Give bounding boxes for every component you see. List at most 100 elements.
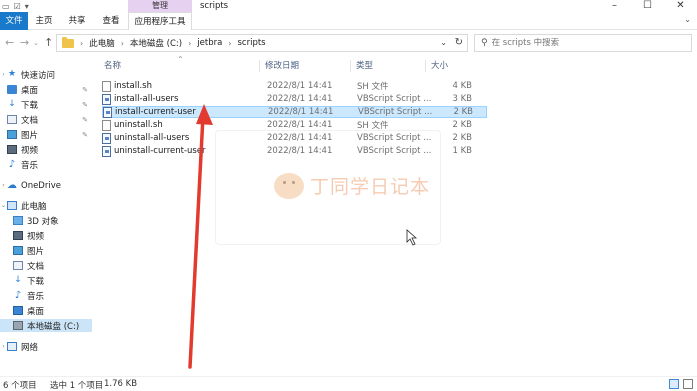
sidebar-item-downloads[interactable]: ↓ 下载 ✎ — [0, 98, 92, 111]
breadcrumb-scripts[interactable]: scripts — [238, 38, 266, 48]
sidebar-item-desktop[interactable]: 桌面 ✎ — [0, 83, 92, 96]
computer-icon — [7, 201, 17, 210]
expand-icon[interactable]: › — [0, 343, 7, 350]
tab-home[interactable]: 主页 — [28, 12, 60, 30]
expand-icon[interactable]: ⌄ — [0, 202, 7, 209]
file-size: 2 KB — [453, 107, 473, 117]
breadcrumb-local-disk[interactable]: 本地磁盘 (C:) — [130, 37, 182, 49]
column-header-date[interactable]: 修改日期 — [265, 58, 299, 74]
sidebar-item-quick-access[interactable]: › ★ 快速访问 — [0, 68, 92, 81]
file-date: 2022/8/1 14:41 — [267, 120, 333, 130]
file-date: 2022/8/1 14:41 — [267, 94, 333, 104]
picture-icon — [7, 130, 17, 139]
script-file-icon — [102, 93, 111, 105]
back-arrow-icon[interactable]: ← — [5, 36, 14, 49]
music-icon: ♪ — [14, 290, 22, 301]
sidebar-item-desktop[interactable]: 桌面 — [0, 304, 92, 317]
refresh-icon[interactable]: ↻ — [455, 37, 463, 48]
expand-icon[interactable]: › — [0, 182, 7, 189]
maximize-button[interactable]: ☐ — [631, 0, 664, 12]
sidebar-item-documents[interactable]: 文档 ✎ — [0, 113, 92, 126]
video-icon — [7, 145, 17, 154]
breadcrumb-separator[interactable]: › — [121, 39, 124, 48]
expand-icon[interactable]: › — [0, 71, 7, 78]
folder-icon[interactable]: ▭ — [2, 2, 10, 11]
checkbox-icon[interactable]: ☑ — [14, 2, 21, 11]
sidebar-item-label: 下载 — [27, 276, 45, 287]
status-selected: 选中 1 个项目 — [50, 381, 104, 391]
sidebar-item-videos[interactable]: 视频 — [0, 143, 92, 156]
script-file-icon — [103, 106, 112, 118]
file-name: install.sh — [114, 81, 152, 91]
breadcrumb-jetbra[interactable]: jetbra — [197, 38, 222, 48]
search-box[interactable]: ⚲ — [474, 34, 692, 52]
ribbon-expand-icon[interactable]: ⌄ — [684, 15, 691, 24]
window-controls: – ☐ ✕ — [598, 0, 697, 12]
address-row: ← → ⌄ ↑ › 此电脑 › 本地磁盘 (C:) › jetbra › scr… — [0, 31, 697, 55]
file-date: 2022/8/1 14:41 — [267, 81, 333, 91]
column-header-size[interactable]: 大小 — [431, 58, 448, 74]
sidebar-item-music[interactable]: ♪ 音乐 — [0, 289, 92, 302]
file-size: 2 KB — [452, 120, 472, 130]
breadcrumb-this-pc[interactable]: 此电脑 — [89, 37, 115, 49]
folder-icon — [62, 36, 74, 48]
sidebar-item-label: 此电脑 — [21, 201, 47, 212]
sidebar-item-network[interactable]: › 网络 — [0, 340, 92, 353]
tab-file[interactable]: 文件 — [0, 12, 28, 30]
file-row-install-all-users[interactable]: install-all-users 2022/8/1 14:41 VBScrip… — [102, 93, 487, 105]
sidebar-item-this-pc[interactable]: ⌄ 此电脑 — [0, 199, 92, 212]
search-icon: ⚲ — [481, 38, 488, 48]
column-divider[interactable] — [425, 60, 426, 72]
breadcrumb-separator[interactable]: › — [80, 39, 83, 48]
column-header-name[interactable]: 名称 — [104, 58, 121, 74]
breadcrumb-separator[interactable]: › — [188, 39, 191, 48]
sidebar-item-label: 本地磁盘 (C:) — [27, 321, 80, 332]
watermark: 丁同学日记本 — [274, 172, 430, 199]
file-name: install-all-users — [114, 94, 179, 104]
column-divider[interactable] — [350, 60, 351, 72]
sidebar-item-music[interactable]: ♪ 音乐 — [0, 158, 92, 171]
sidebar-item-label: 网络 — [21, 342, 39, 353]
sidebar-item-downloads[interactable]: ↓ 下载 — [0, 274, 92, 287]
navigation-pane: › ★ 快速访问 桌面 ✎ ↓ 下载 ✎ 文档 ✎ 图片 ✎ 视频 ♪ 音乐 ›… — [0, 58, 92, 368]
desktop-icon — [13, 306, 23, 315]
recent-dropdown-icon[interactable]: ⌄ — [33, 39, 39, 47]
column-header-type[interactable]: 类型 — [356, 58, 373, 74]
view-toggle — [669, 379, 693, 389]
video-icon — [13, 231, 23, 240]
address-dropdown-icon[interactable]: ⌄ — [440, 38, 447, 47]
tab-app-tools[interactable]: 应用程序工具 — [128, 12, 192, 30]
up-arrow-icon[interactable]: ↑ — [44, 36, 53, 49]
details-view-icon[interactable] — [669, 379, 679, 389]
sidebar-item-pictures[interactable]: 图片 — [0, 244, 92, 257]
sidebar-item-3d-objects[interactable]: 3D 对象 — [0, 214, 92, 227]
large-icons-view-icon[interactable] — [683, 379, 693, 389]
script-file-icon — [102, 145, 111, 157]
file-row-install-sh[interactable]: install.sh 2022/8/1 14:41 SH 文件 4 KB — [102, 80, 487, 92]
file-type: VBScript Script ... — [358, 107, 433, 117]
file-name: uninstall.sh — [114, 120, 163, 130]
cloud-icon: ☁ — [7, 180, 17, 191]
customize-toolbar-icon[interactable]: ▾ — [25, 2, 29, 11]
script-file-icon — [102, 132, 111, 144]
status-item-count: 6 个项目 — [3, 381, 37, 391]
sidebar-item-onedrive[interactable]: › ☁ OneDrive — [0, 179, 92, 192]
sidebar-item-videos[interactable]: 视频 — [0, 229, 92, 242]
file-row-install-current-user[interactable]: install-current-user 2022/8/1 14:41 VBSc… — [102, 106, 487, 118]
file-size: 3 KB — [452, 94, 472, 104]
minimize-button[interactable]: – — [598, 0, 631, 12]
close-button[interactable]: ✕ — [664, 0, 697, 12]
tab-view[interactable]: 查看 — [94, 12, 128, 30]
sidebar-item-documents[interactable]: 文档 — [0, 259, 92, 272]
address-bar[interactable]: › 此电脑 › 本地磁盘 (C:) › jetbra › scripts ⌄ ↻ — [56, 34, 468, 52]
column-divider[interactable] — [259, 60, 260, 72]
sidebar-item-local-disk[interactable]: 本地磁盘 (C:) — [0, 319, 92, 332]
tab-share[interactable]: 共享 — [60, 12, 94, 30]
breadcrumb-separator[interactable]: › — [228, 39, 231, 48]
forward-arrow-icon[interactable]: → — [20, 36, 29, 49]
sort-caret-icon: ⌃ — [177, 55, 184, 64]
sidebar-item-label: 音乐 — [21, 160, 39, 171]
pin-icon: ✎ — [82, 130, 88, 139]
search-input[interactable] — [491, 38, 682, 48]
sidebar-item-pictures[interactable]: 图片 ✎ — [0, 128, 92, 141]
